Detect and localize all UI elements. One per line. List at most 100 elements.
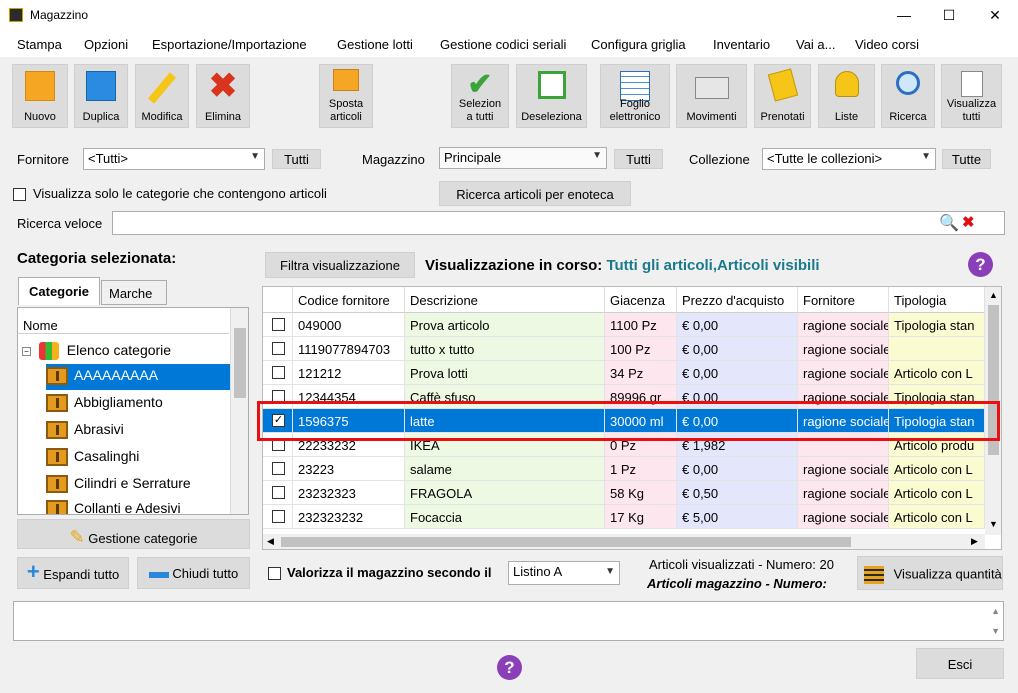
chiudi-tutto-button[interactable]: Chiudi tutto: [137, 557, 250, 589]
table-cell[interactable]: FRAGOLA: [405, 481, 605, 505]
filtra-visualizzazione-button[interactable]: Filtra visualizzazione: [265, 252, 415, 278]
table-cell[interactable]: ragione sociale: [798, 481, 889, 505]
ricerca-veloce-input[interactable]: [112, 211, 1005, 235]
table-cell[interactable]: ragione sociale: [798, 457, 889, 481]
listino-select[interactable]: Listino A ▼: [508, 561, 620, 585]
checkbox-icon[interactable]: [272, 510, 285, 523]
table-cell[interactable]: 1119077894703: [293, 337, 405, 361]
textarea-scroll-down-icon[interactable]: ▼: [991, 626, 1000, 636]
magazzino-tutti-button[interactable]: Tutti: [614, 149, 663, 169]
table-cell[interactable]: 121212: [293, 361, 405, 385]
close-button[interactable]: ✕: [972, 0, 1018, 31]
valorizza-checkbox[interactable]: [268, 567, 281, 580]
row-checkbox-cell[interactable]: [263, 313, 293, 337]
solo-categorie-checkbox[interactable]: [13, 188, 26, 201]
row-checkbox-cell[interactable]: [263, 337, 293, 361]
deseleziona-button[interactable]: Deseleziona: [516, 64, 587, 128]
table-cell[interactable]: [889, 337, 985, 361]
search-icon[interactable]: 🔍: [939, 213, 959, 233]
table-cell[interactable]: € 0,00: [677, 337, 798, 361]
maximize-button[interactable]: ☐: [926, 0, 972, 31]
prenotati-button[interactable]: Prenotati: [754, 64, 811, 128]
esci-button[interactable]: Esci: [916, 648, 1004, 679]
modifica-button[interactable]: Modifica: [135, 64, 189, 128]
table-cell[interactable]: ragione sociale: [798, 361, 889, 385]
gestione-categorie-button[interactable]: ✎ Gestione categorie: [17, 519, 250, 549]
table-cell[interactable]: 17 Kg: [605, 505, 677, 529]
grid-header-codice[interactable]: Codice fornitore: [293, 287, 405, 313]
table-cell[interactable]: Articolo con L: [889, 457, 985, 481]
menu-configura-griglia[interactable]: Configura griglia: [591, 37, 686, 52]
table-cell[interactable]: 23232323: [293, 481, 405, 505]
table-cell[interactable]: 34 Pz: [605, 361, 677, 385]
menu-codici-seriali[interactable]: Gestione codici seriali: [440, 37, 566, 52]
scroll-right-icon[interactable]: ▶: [971, 536, 978, 547]
tab-categorie[interactable]: Categorie: [18, 277, 100, 305]
checkbox-icon[interactable]: [272, 462, 285, 475]
tree-item-abbigliamento[interactable]: Abbigliamento: [46, 391, 163, 417]
tree-item-cilindri[interactable]: Cilindri e Serrature: [46, 472, 191, 498]
minimize-button[interactable]: —: [881, 0, 927, 31]
table-cell[interactable]: Articolo con L: [889, 505, 985, 529]
tree-item-collanti[interactable]: Collanti e Adesivi: [46, 497, 181, 514]
tab-marche[interactable]: Marche: [101, 280, 167, 305]
grid-hscrollbar[interactable]: ◀ ▶: [263, 534, 985, 549]
scroll-left-icon[interactable]: ◀: [267, 536, 274, 547]
nuovo-button[interactable]: Nuovo: [12, 64, 68, 128]
fornitore-tutti-button[interactable]: Tutti: [272, 149, 321, 169]
grid-header-tipologia[interactable]: Tipologia: [889, 287, 985, 313]
help-icon[interactable]: ?: [968, 252, 993, 277]
fornitore-select[interactable]: <Tutti> ▼: [83, 148, 265, 170]
tree-scrollbar[interactable]: [230, 308, 248, 514]
grid-header-giacenza[interactable]: Giacenza: [605, 287, 677, 313]
table-cell[interactable]: € 0,00: [677, 457, 798, 481]
table-cell[interactable]: 23223: [293, 457, 405, 481]
menu-stampa[interactable]: Stampa: [17, 37, 62, 52]
elimina-button[interactable]: ✖ Elimina: [196, 64, 250, 128]
table-cell[interactable]: € 0,50: [677, 481, 798, 505]
table-cell[interactable]: 232323232: [293, 505, 405, 529]
row-checkbox-cell[interactable]: [263, 361, 293, 385]
menu-gestione-lotti[interactable]: Gestione lotti: [337, 37, 413, 52]
tree-item-casalinghi[interactable]: Casalinghi: [46, 445, 139, 471]
seleziona-tutti-button[interactable]: ✔ Selezion a tutti: [451, 64, 509, 128]
textarea-scroll-up-icon[interactable]: ▲: [991, 606, 1000, 616]
tree-item-aaaaaaaaa[interactable]: AAAAAAAAA: [46, 364, 230, 390]
row-checkbox-cell[interactable]: [263, 457, 293, 481]
sposta-articoli-button[interactable]: Sposta articoli: [319, 64, 373, 128]
duplica-button[interactable]: Duplica: [74, 64, 128, 128]
table-cell[interactable]: Articolo con L: [889, 361, 985, 385]
table-cell[interactable]: ragione sociale: [798, 313, 889, 337]
espandi-tutto-button[interactable]: + Espandi tutto: [17, 557, 129, 589]
table-cell[interactable]: ragione sociale: [798, 337, 889, 361]
table-cell[interactable]: 1 Pz: [605, 457, 677, 481]
table-cell[interactable]: 100 Pz: [605, 337, 677, 361]
collezione-select[interactable]: <Tutte le collezioni> ▼: [762, 148, 936, 170]
clear-x-icon[interactable]: ✖: [962, 213, 975, 231]
checkbox-icon[interactable]: [272, 342, 285, 355]
movimenti-button[interactable]: Movimenti: [676, 64, 747, 128]
scroll-up-icon[interactable]: ▲: [989, 290, 998, 300]
category-tree[interactable]: Nome − Elenco categorie AAAAAAAAA Abbigl…: [17, 307, 249, 515]
table-cell[interactable]: tutto x tutto: [405, 337, 605, 361]
table-cell[interactable]: 049000: [293, 313, 405, 337]
row-checkbox-cell[interactable]: [263, 481, 293, 505]
menu-video-corsi[interactable]: Video corsi: [855, 37, 919, 52]
menu-esportazione[interactable]: Esportazione/Importazione: [152, 37, 307, 52]
menu-opzioni[interactable]: Opzioni: [84, 37, 128, 52]
row-checkbox-cell[interactable]: [263, 505, 293, 529]
checkbox-icon[interactable]: [272, 318, 285, 331]
help-icon-bottom[interactable]: ?: [497, 655, 522, 680]
table-cell[interactable]: ragione sociale: [798, 505, 889, 529]
grid-header-descrizione[interactable]: Descrizione: [405, 287, 605, 313]
visualizza-quantita-button[interactable]: Visualizza quantità: [857, 556, 1003, 590]
checkbox-icon[interactable]: [272, 366, 285, 379]
ricerca-button[interactable]: Ricerca: [881, 64, 935, 128]
notes-textarea[interactable]: ▲ ▼: [13, 601, 1004, 641]
table-cell[interactable]: salame: [405, 457, 605, 481]
menu-inventario[interactable]: Inventario: [713, 37, 770, 52]
grid-header-fornitore[interactable]: Fornitore: [798, 287, 889, 313]
tree-item-abrasivi[interactable]: Abrasivi: [46, 418, 124, 444]
table-cell[interactable]: Articolo con L: [889, 481, 985, 505]
foglio-elettronico-button[interactable]: Foglio elettronico: [600, 64, 670, 128]
